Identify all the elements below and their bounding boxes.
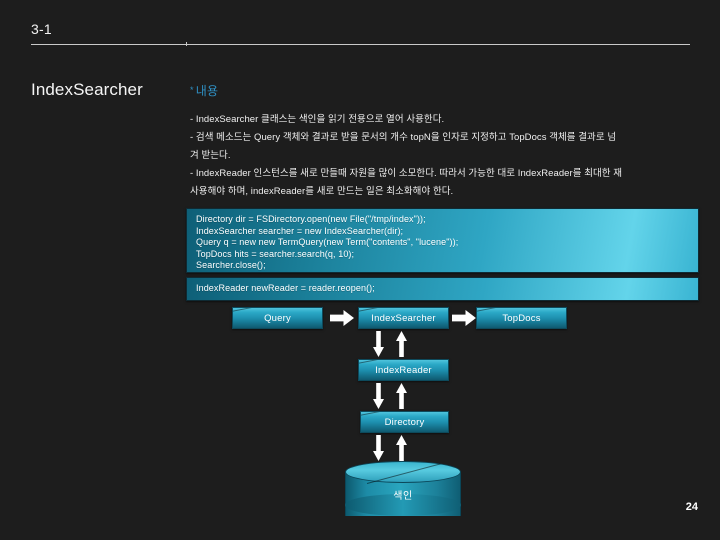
header-divider — [31, 44, 690, 45]
diagram-node-index-store[interactable]: 색인 — [345, 461, 461, 523]
arrow-up-icon — [396, 435, 407, 461]
body-line: - 검색 메소드는 Query 객체와 결과로 받을 문서의 개수 topN을 … — [190, 132, 617, 143]
code-block-reopen-snippet: IndexReader newReader = reader.reopen(); — [186, 277, 699, 301]
page-title: IndexSearcher — [31, 80, 143, 99]
diagram-node-label: 색인 — [393, 491, 413, 502]
diagram-node-index-reader[interactable]: IndexReader — [358, 359, 449, 381]
diagram-node-label: IndexReader — [375, 364, 432, 376]
slide-canvas: 3-1 IndexSearcher * 내용 - IndexSearcher 클래… — [0, 0, 720, 540]
code-line: IndexReader newReader = reader.reopen(); — [196, 283, 375, 293]
diagram-node-label: TopDocs — [502, 312, 541, 324]
code-line: Query q = new new TermQuery(new Term("co… — [196, 237, 459, 248]
cylinder-top — [345, 461, 461, 483]
arrow-up-icon — [396, 331, 407, 357]
diagram-node-directory[interactable]: Directory — [360, 411, 449, 433]
diagram-node-top-docs[interactable]: TopDocs — [476, 307, 567, 329]
page-number: 24 — [685, 501, 698, 513]
diagram-node-query[interactable]: Query — [232, 307, 323, 329]
diagram-node-label: Directory — [384, 416, 425, 428]
header-section-number: 3-1 — [31, 21, 52, 37]
section-heading-label: 내용 — [195, 84, 219, 98]
code-block-search-snippet: Directory dir = FSDirectory.open(new Fil… — [186, 208, 699, 273]
arrow-down-icon — [373, 383, 384, 409]
arrow-up-icon — [396, 383, 407, 409]
body-text-block: - IndexSearcher 클래스는 색인을 읽기 전용으로 열어 사용한다… — [190, 111, 690, 201]
code-line: IndexSearcher searcher = new IndexSearch… — [196, 225, 404, 236]
arrow-right-icon — [452, 310, 476, 326]
body-line: 겨 받는다. — [190, 150, 231, 161]
body-line: - IndexReader 인스턴스를 새로 만들때 자원을 많이 소모한다. … — [190, 168, 623, 179]
arrow-down-icon — [373, 331, 384, 357]
body-line: - IndexSearcher 클래스는 색인을 읽기 전용으로 열어 사용한다… — [190, 114, 445, 125]
arrow-down-icon — [373, 435, 384, 461]
section-heading: * 내용 — [190, 82, 218, 99]
body-line: 사용해야 하며, indexReader를 새로 만드는 일은 최소화해야 한다… — [190, 186, 454, 197]
diagram-node-label: Query — [264, 312, 291, 324]
code-line: TopDocs hits = searcher.search(q, 10); — [196, 248, 355, 259]
diagram-node-label: IndexSearcher — [371, 312, 436, 324]
code-line: Directory dir = FSDirectory.open(new Fil… — [196, 214, 426, 224]
code-line: Searcher.close(); — [196, 260, 266, 271]
diagram-node-index-searcher[interactable]: IndexSearcher — [358, 307, 449, 329]
arrow-right-icon — [330, 310, 354, 326]
header-divider-tick — [186, 42, 187, 46]
asterisk-icon: * — [190, 85, 194, 95]
